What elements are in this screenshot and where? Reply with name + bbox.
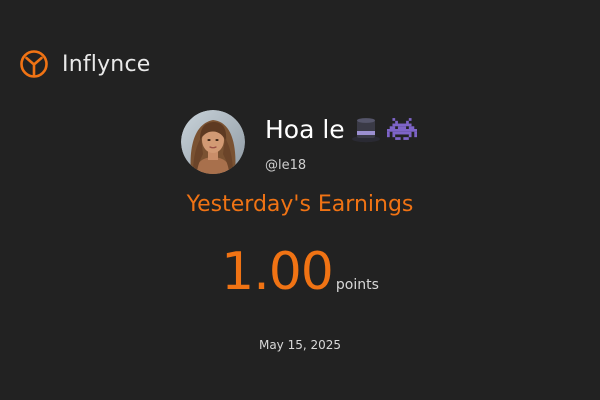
earnings-value: 1.00 (221, 242, 334, 302)
earnings-amount: 1.00 points (0, 246, 600, 298)
user-profile: Hoa le @le18 (181, 110, 417, 174)
brand-header: Inflynce (19, 48, 150, 80)
y-ring-logo-icon (20, 50, 48, 78)
space-invader-icon (386, 118, 417, 140)
user-handle: @le18 (265, 158, 307, 173)
avatar (181, 110, 245, 174)
top-hat-icon (351, 118, 380, 143)
earnings-date: May 15, 2025 (258, 338, 342, 352)
earnings-unit: points (335, 277, 379, 293)
earnings-card: Inflynce Hoa le @le18 Yesterday's Earnin… (0, 0, 600, 400)
display-name: Hoa le (265, 114, 345, 144)
brand-name: Inflynce (62, 51, 151, 77)
name-row: Hoa le (265, 109, 417, 149)
earnings-title: Yesterday's Earnings (186, 192, 414, 217)
profile-text: Hoa le @le18 (265, 110, 417, 173)
